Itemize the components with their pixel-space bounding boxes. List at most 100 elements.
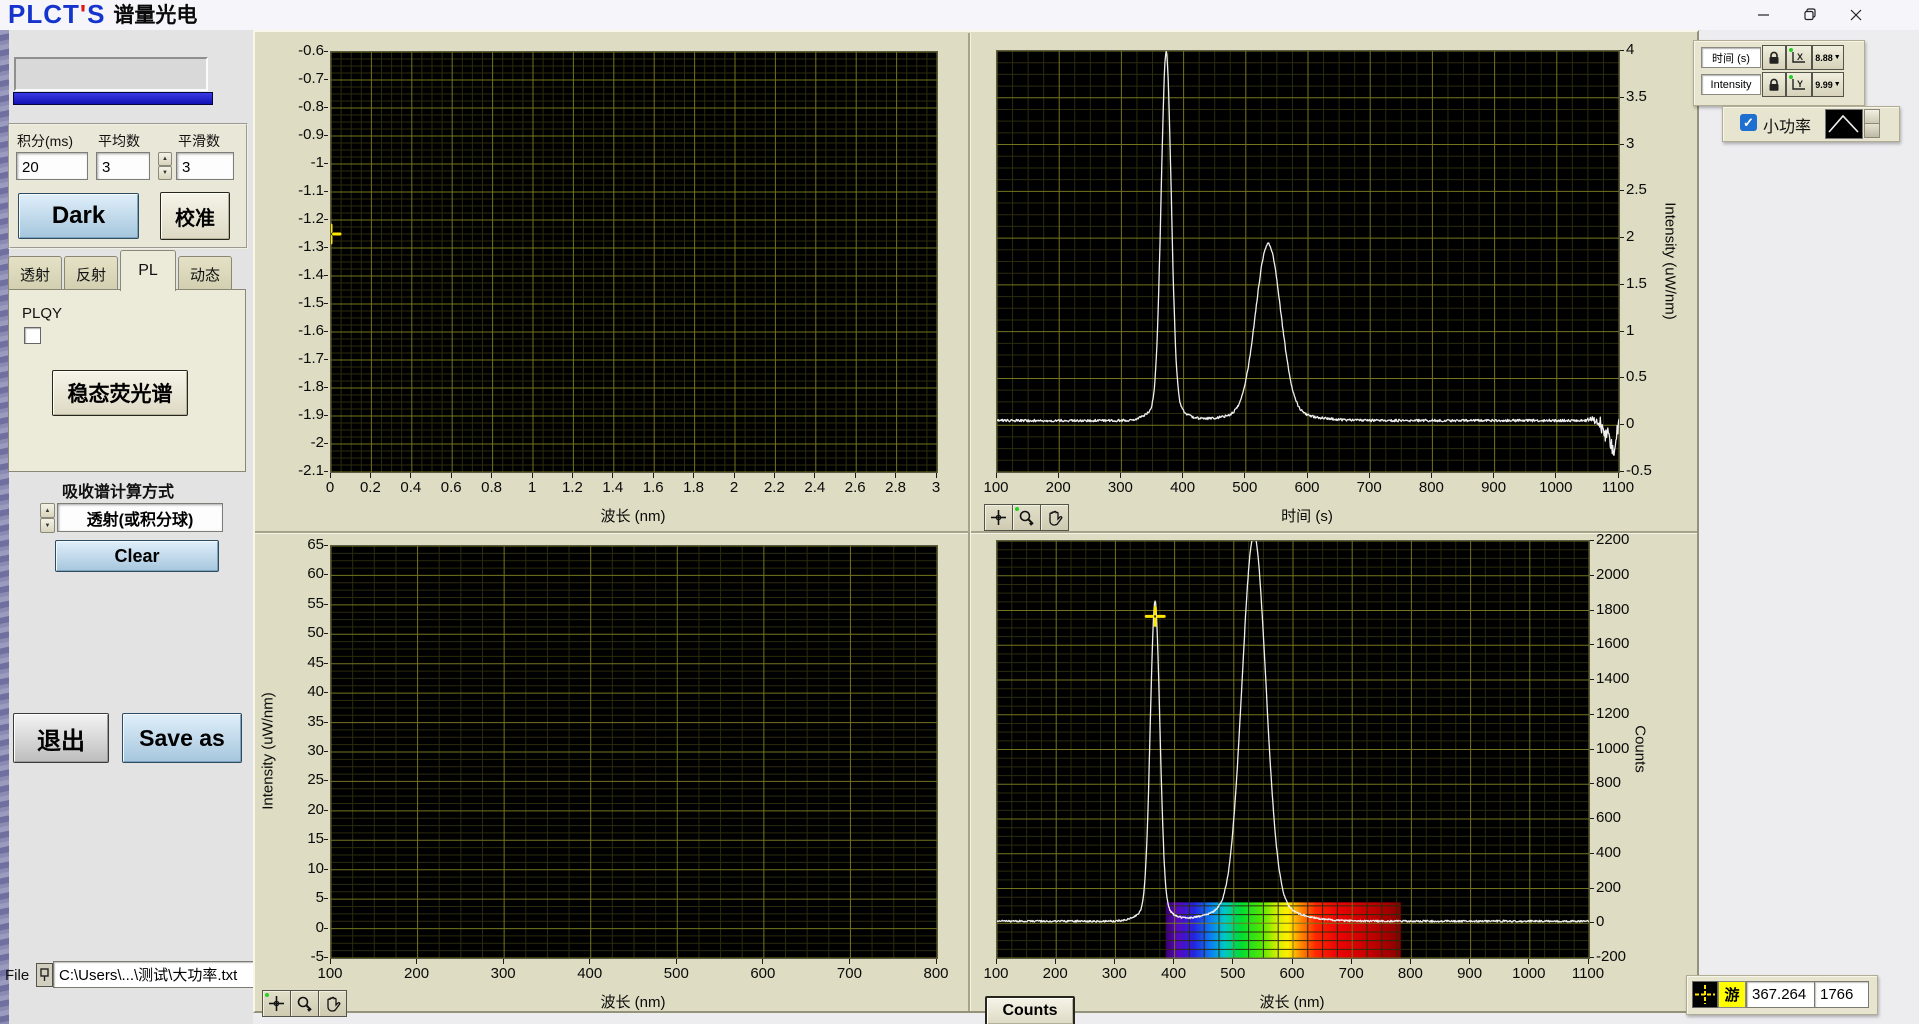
spinner-up-icon[interactable]: ▲: [158, 152, 172, 166]
zoom-tool-button[interactable]: [1012, 504, 1041, 531]
counts-plot-button[interactable]: Counts: [985, 996, 1075, 1024]
cursor-tool-button[interactable]: [262, 990, 291, 1017]
lock-icon: [1768, 78, 1780, 92]
plqy-checkbox[interactable]: [24, 327, 41, 344]
file-browse-icon[interactable]: [36, 963, 53, 987]
x-tick-mark: [1493, 473, 1494, 478]
legend-scroll-down[interactable]: [1864, 124, 1880, 138]
minimize-button[interactable]: [1741, 0, 1787, 29]
plot-canvas[interactable]: [996, 50, 1620, 473]
app-logo: PLCT'S 谱量光电: [8, 0, 197, 30]
x-tick-label: 200: [1025, 965, 1085, 982]
y-autoscale-button[interactable]: Y: [1786, 72, 1812, 97]
y-tick-mark: [324, 135, 328, 136]
y-format-button[interactable]: 9.99▼: [1812, 72, 1844, 97]
plot-intensity-wavelength[interactable]: 1002003004005006007008006560555045403530…: [330, 545, 936, 957]
cursor-x-readout: 367.264: [1746, 981, 1819, 1008]
plot-canvas[interactable]: [996, 540, 1590, 959]
absorption-spinner[interactable]: ▲▼: [40, 503, 55, 533]
y-tick-label: 5: [266, 890, 324, 906]
calibrate-button[interactable]: 校准: [160, 192, 230, 240]
smooth-input[interactable]: [176, 152, 234, 180]
y-scale-lock-button[interactable]: [1762, 72, 1786, 97]
x-tick-mark: [1114, 959, 1115, 964]
saveas-button[interactable]: Save as: [122, 713, 242, 763]
plot-canvas[interactable]: [330, 545, 938, 959]
steady-pl-button[interactable]: 稳态荧光谱: [52, 370, 188, 416]
cursor-name-badge[interactable]: 游: [1718, 981, 1746, 1008]
close-button[interactable]: [1833, 0, 1879, 29]
x-tick-label: 700: [819, 965, 879, 982]
tab-pl[interactable]: PL: [120, 250, 176, 291]
y-tick-mark: [324, 275, 328, 276]
close-icon: [1850, 9, 1862, 21]
x-tick-mark: [1410, 959, 1411, 964]
legend-checkbox[interactable]: ✓: [1740, 114, 1757, 131]
y-tick-label: 10: [266, 861, 324, 877]
logo-text-en-2: S: [87, 0, 105, 30]
x-autoscale-button[interactable]: X: [1786, 45, 1812, 70]
exit-button[interactable]: 退出: [13, 713, 109, 763]
x-tick-mark: [370, 473, 371, 478]
y-tick-mark: [324, 604, 328, 605]
tab-dynamic[interactable]: 动态: [178, 256, 232, 291]
x-tick-label: 700: [1339, 479, 1399, 496]
plot-intensity-time[interactable]: 1002003004005006007008009001000110043.53…: [996, 50, 1618, 471]
x-tick-label: 200: [387, 965, 447, 982]
absorption-mode-dropdown[interactable]: 透射(或积分球): [57, 503, 223, 532]
spinner-up-icon[interactable]: ▲: [40, 503, 55, 518]
x-tick-label: 400: [560, 965, 620, 982]
cursor-tool-button[interactable]: [984, 504, 1013, 531]
x-tick-mark: [734, 473, 735, 478]
progress-bar: [13, 92, 213, 105]
x-tick-mark: [1618, 473, 1619, 478]
restore-button[interactable]: [1787, 0, 1833, 29]
legend-scrollbar[interactable]: [1864, 109, 1880, 137]
x-scale-name-box[interactable]: 时间 (s): [1701, 47, 1761, 68]
y-tick-label: -0.5: [1626, 463, 1684, 479]
y-scale-name-box[interactable]: Intensity: [1701, 74, 1761, 95]
plot-counts-wavelength[interactable]: 1002003004005006007008009001000110022002…: [996, 540, 1588, 957]
average-input[interactable]: [96, 152, 150, 180]
pan-tool-button[interactable]: [318, 990, 347, 1017]
cursor-palette-icon[interactable]: [1692, 981, 1718, 1008]
line-style-preview[interactable]: [1825, 109, 1863, 139]
file-path-box[interactable]: C:\Users\...\测试\大功率.txt: [53, 961, 256, 988]
x-tick-mark: [762, 959, 763, 964]
y-tick-mark: [324, 898, 328, 899]
plot-canvas[interactable]: [330, 51, 938, 473]
x-tick-mark: [1182, 473, 1183, 478]
x-tick-label: 100: [966, 479, 1026, 496]
integration-input[interactable]: [16, 152, 88, 180]
x-format-button[interactable]: 8.88▼: [1812, 45, 1844, 70]
x-tick-mark: [612, 473, 613, 478]
restore-icon: [1804, 8, 1817, 21]
clear-button[interactable]: Clear: [55, 540, 219, 572]
plot-absorbance[interactable]: 00.20.40.60.811.21.41.61.822.22.42.62.83…: [330, 51, 936, 471]
tab-transmission[interactable]: 透射: [8, 256, 62, 291]
y-tick-mark: [324, 471, 328, 472]
integration-label: 积分(ms): [17, 131, 73, 151]
x-tick-mark: [1244, 473, 1245, 478]
y-tick-mark: [324, 928, 328, 929]
y-tick-label: 2.5: [1626, 182, 1684, 198]
smooth-spinner[interactable]: ▲▼: [158, 152, 172, 180]
x-tick-mark: [996, 959, 997, 964]
dark-button[interactable]: Dark: [18, 193, 139, 239]
y-tick-mark: [1620, 50, 1624, 51]
zoom-tool-button[interactable]: [290, 990, 319, 1017]
x-scale-lock-button[interactable]: [1762, 45, 1786, 70]
y-tick-label: -2: [266, 435, 324, 451]
pan-tool-button[interactable]: [1040, 504, 1069, 531]
legend-scroll-up[interactable]: [1864, 109, 1880, 124]
spinner-down-icon[interactable]: ▼: [40, 518, 55, 533]
tab-reflection[interactable]: 反射: [64, 256, 118, 291]
y-tick-label: -1.3: [266, 239, 324, 255]
spinner-down-icon[interactable]: ▼: [158, 166, 172, 180]
y-tick-mark: [324, 303, 328, 304]
y-tick-mark: [324, 663, 328, 664]
x-tick-mark: [1058, 473, 1059, 478]
crosshair-icon: [268, 995, 285, 1012]
y-tick-mark: [1590, 818, 1594, 819]
y-tick-label: -1.7: [266, 351, 324, 367]
